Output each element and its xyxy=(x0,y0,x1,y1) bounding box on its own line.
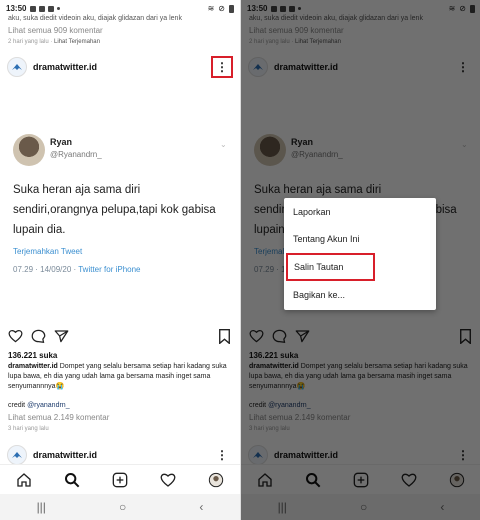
photo-notification-icon xyxy=(39,5,46,12)
status-time: 13:50 xyxy=(6,4,27,13)
prev-post-time: 2 hari yang lalu · Lihat Terjemahan xyxy=(8,39,100,45)
credit-line: credit @ryanandrn_ xyxy=(8,402,70,409)
post-header: dramatwitter.id ⋮ xyxy=(0,53,240,81)
bottom-nav xyxy=(0,464,240,495)
more-options-button[interactable]: ⋮ xyxy=(211,56,233,78)
battery-icon xyxy=(229,4,234,13)
next-more-options-button[interactable]: ⋮ xyxy=(211,444,233,466)
comment-icon[interactable] xyxy=(31,329,46,343)
search-icon[interactable] xyxy=(60,468,84,492)
save-bookmark-icon[interactable] xyxy=(218,329,231,344)
account-name[interactable]: dramatwitter.id xyxy=(33,62,97,72)
more-notifications-icon xyxy=(57,7,61,10)
like-count[interactable]: 136.221 suka xyxy=(8,351,57,360)
chevron-down-icon: ⌄ xyxy=(220,140,227,149)
caption-account[interactable]: dramatwitter.id xyxy=(8,363,58,370)
tweet-username: @Ryanandrn_ xyxy=(50,150,102,159)
system-nav-bar: ||| ○ ‹ xyxy=(0,494,240,520)
recents-button[interactable]: ||| xyxy=(37,500,46,514)
screen-left: 13:50 ≋ ⊘ aku, suka diedit videoin aku, d… xyxy=(0,0,240,520)
next-post-header: dramatwitter.id ⋮ xyxy=(0,444,240,466)
app-notification-icon xyxy=(48,5,55,12)
share-send-icon[interactable] xyxy=(54,329,69,343)
menu-item-about-account[interactable]: Tentang Akun Ini xyxy=(284,227,436,251)
post-actions xyxy=(0,327,240,347)
tweet-author-name: Ryan xyxy=(50,137,73,147)
tweet-avatar xyxy=(13,134,45,166)
post-image[interactable]: Ryan @Ryanandrn_ ⌄ Suka heran aja sama d… xyxy=(0,82,240,320)
prev-post-caption: aku, suka diedit videoin aku, diajak gli… xyxy=(8,15,182,22)
menu-item-share-to[interactable]: Bagikan ke... xyxy=(284,283,436,307)
home-icon[interactable] xyxy=(12,468,36,492)
menu-item-report[interactable]: Laporkan xyxy=(284,200,436,224)
tweet-text: Suka heran aja sama diri sendiri,orangny… xyxy=(13,184,216,236)
credit-tag[interactable]: @ryanandrn_ xyxy=(27,402,70,409)
next-account-avatar[interactable] xyxy=(7,445,27,465)
post-options-menu: Laporkan Tentang Akun Ini Salin Tautan B… xyxy=(284,198,436,310)
view-comments-link[interactable]: Lihat semua 2.149 komentar xyxy=(8,413,109,422)
tweet-meta: 07.29 · 14/09/20 · Twitter for iPhone xyxy=(13,265,141,274)
prev-view-comments-link[interactable]: Lihat semua 909 komentar xyxy=(8,26,103,35)
new-post-icon[interactable] xyxy=(108,468,132,492)
home-button[interactable]: ○ xyxy=(119,500,126,514)
back-button[interactable]: ‹ xyxy=(199,500,203,514)
post-time: 3 hari yang lalu xyxy=(8,426,49,432)
dnd-icon: ⊘ xyxy=(218,4,225,13)
wifi-icon: ≋ xyxy=(207,4,215,13)
like-heart-icon[interactable] xyxy=(8,329,23,343)
post-caption: dramatwitter.id Dompet yang selalu bersa… xyxy=(8,363,227,390)
translate-link[interactable]: Lihat Terjemahan xyxy=(54,39,100,45)
gallery-notification-icon xyxy=(30,5,37,12)
menu-item-copy-link[interactable]: Salin Tautan xyxy=(286,253,375,281)
profile-avatar[interactable] xyxy=(204,468,228,492)
tweet-translate-label: Terjemahkan Tweet xyxy=(13,247,83,256)
account-avatar[interactable] xyxy=(7,57,27,77)
activity-heart-icon[interactable] xyxy=(156,468,180,492)
next-account-name[interactable]: dramatwitter.id xyxy=(33,450,97,460)
